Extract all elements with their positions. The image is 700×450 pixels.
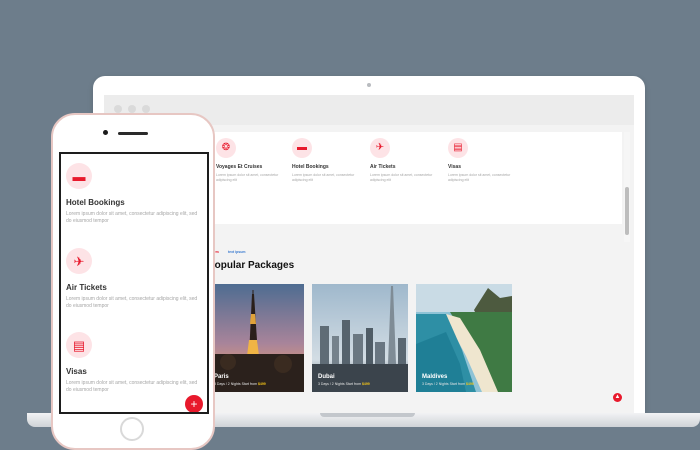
service-title: Air Tickets (370, 164, 396, 170)
window-dot (114, 105, 122, 113)
passport-icon: ❂ (216, 138, 236, 158)
phone-speaker (118, 132, 148, 135)
visa-document-icon: ▤ (66, 332, 92, 358)
package-name: Maldives (422, 374, 448, 380)
laptop-camera (367, 83, 371, 87)
service-title: Hotel Bookings (292, 164, 329, 170)
package-caption: Dubai 3 Days / 2 Nights Start from $499 (318, 374, 370, 386)
window-dot (128, 105, 136, 113)
home-button[interactable] (120, 417, 144, 441)
back-to-top-button[interactable]: ▲ (613, 393, 622, 402)
floating-action-button[interactable]: + (185, 395, 203, 412)
service-description: Lorem ipsum dolor sit amet, consectetur … (448, 173, 511, 182)
package-name: Paris (214, 374, 229, 380)
service-visas[interactable]: ▤ Visas Lorem ipsum dolor sit amet, cons… (448, 138, 520, 183)
bed-icon: ▬ (66, 163, 92, 189)
package-duration: 3 Days / 2 Nights Start from (214, 382, 258, 386)
phone-mockup: ▬ Hotel Bookings Lorem ipsum dolor sit a… (51, 113, 215, 450)
phone-screen: ▬ Hotel Bookings Lorem ipsum dolor sit a… (59, 152, 209, 414)
service-description: Lorem ipsum dolor sit amet, consectetur … (66, 211, 198, 224)
package-duration: 3 Days / 2 Nights Start from (422, 382, 466, 386)
plane-icon: ✈ (66, 248, 92, 274)
package-caption: Paris 3 Days / 2 Nights Start from $499 (214, 374, 266, 386)
mobile-service-hotel-bookings[interactable]: ▬ Hotel Bookings Lorem ipsum dolor sit a… (66, 163, 201, 225)
package-card-dubai[interactable]: Dubai 3 Days / 2 Nights Start from $499 (312, 284, 408, 392)
service-air-tickets[interactable]: ✈ Air Tickets Lorem ipsum dolor sit amet… (370, 138, 442, 183)
service-description: Lorem ipsum dolor sit amet, consectetur … (66, 296, 198, 309)
mobile-service-air-tickets[interactable]: ✈ Air Tickets Lorem ipsum dolor sit amet… (66, 248, 201, 310)
package-card-paris[interactable]: Paris 3 Days / 2 Nights Start from $499 (208, 284, 304, 392)
package-caption: Maldives 3 Days / 2 Nights Start from $4… (422, 374, 474, 386)
service-hotel-bookings[interactable]: ▬ Hotel Bookings Lorem ipsum dolor sit a… (292, 138, 364, 183)
service-voyages[interactable]: ❂ Voyages Et Cruises Lorem ipsum dolor s… (216, 138, 288, 183)
service-title: Air Tickets (66, 283, 107, 292)
visa-document-icon: ▤ (448, 138, 468, 158)
service-title: Hotel Bookings (66, 198, 125, 207)
bed-icon: ▬ (292, 138, 312, 158)
package-price: $499 (257, 382, 266, 386)
service-description: Lorem ipsum dolor sit amet, consectetur … (370, 173, 433, 182)
service-title: Visas (448, 164, 461, 170)
plane-icon: ✈ (370, 138, 390, 158)
package-card-maldives[interactable]: Maldives 3 Days / 2 Nights Start from $4… (416, 284, 512, 392)
section-tag: text ipsum (228, 250, 246, 254)
package-price: $499 (361, 382, 370, 386)
service-title: Voyages Et Cruises (216, 164, 263, 170)
package-duration: 3 Days / 2 Nights Start from (318, 382, 362, 386)
mobile-service-visas[interactable]: ▤ Visas Lorem ipsum dolor sit amet, cons… (66, 332, 201, 394)
service-description: Lorem ipsum dolor sit amet, consectetur … (216, 173, 279, 182)
package-meta: 3 Days / 2 Nights Start from $499 (318, 382, 370, 386)
package-meta: 3 Days / 2 Nights Start from $499 (214, 382, 266, 386)
service-description: Lorem ipsum dolor sit amet, consectetur … (66, 380, 198, 393)
scrollbar-thumb[interactable] (625, 187, 629, 235)
window-dot (142, 105, 150, 113)
service-description: Lorem ipsum dolor sit amet, consectetur … (292, 173, 355, 182)
package-price: $499 (465, 382, 474, 386)
phone-camera (103, 130, 108, 135)
package-name: Dubai (318, 374, 335, 380)
package-meta: 3 Days / 2 Nights Start from $499 (422, 382, 474, 386)
section-title: Popular Packages (208, 260, 295, 271)
service-title: Visas (66, 367, 87, 376)
laptop-notch (320, 413, 415, 417)
